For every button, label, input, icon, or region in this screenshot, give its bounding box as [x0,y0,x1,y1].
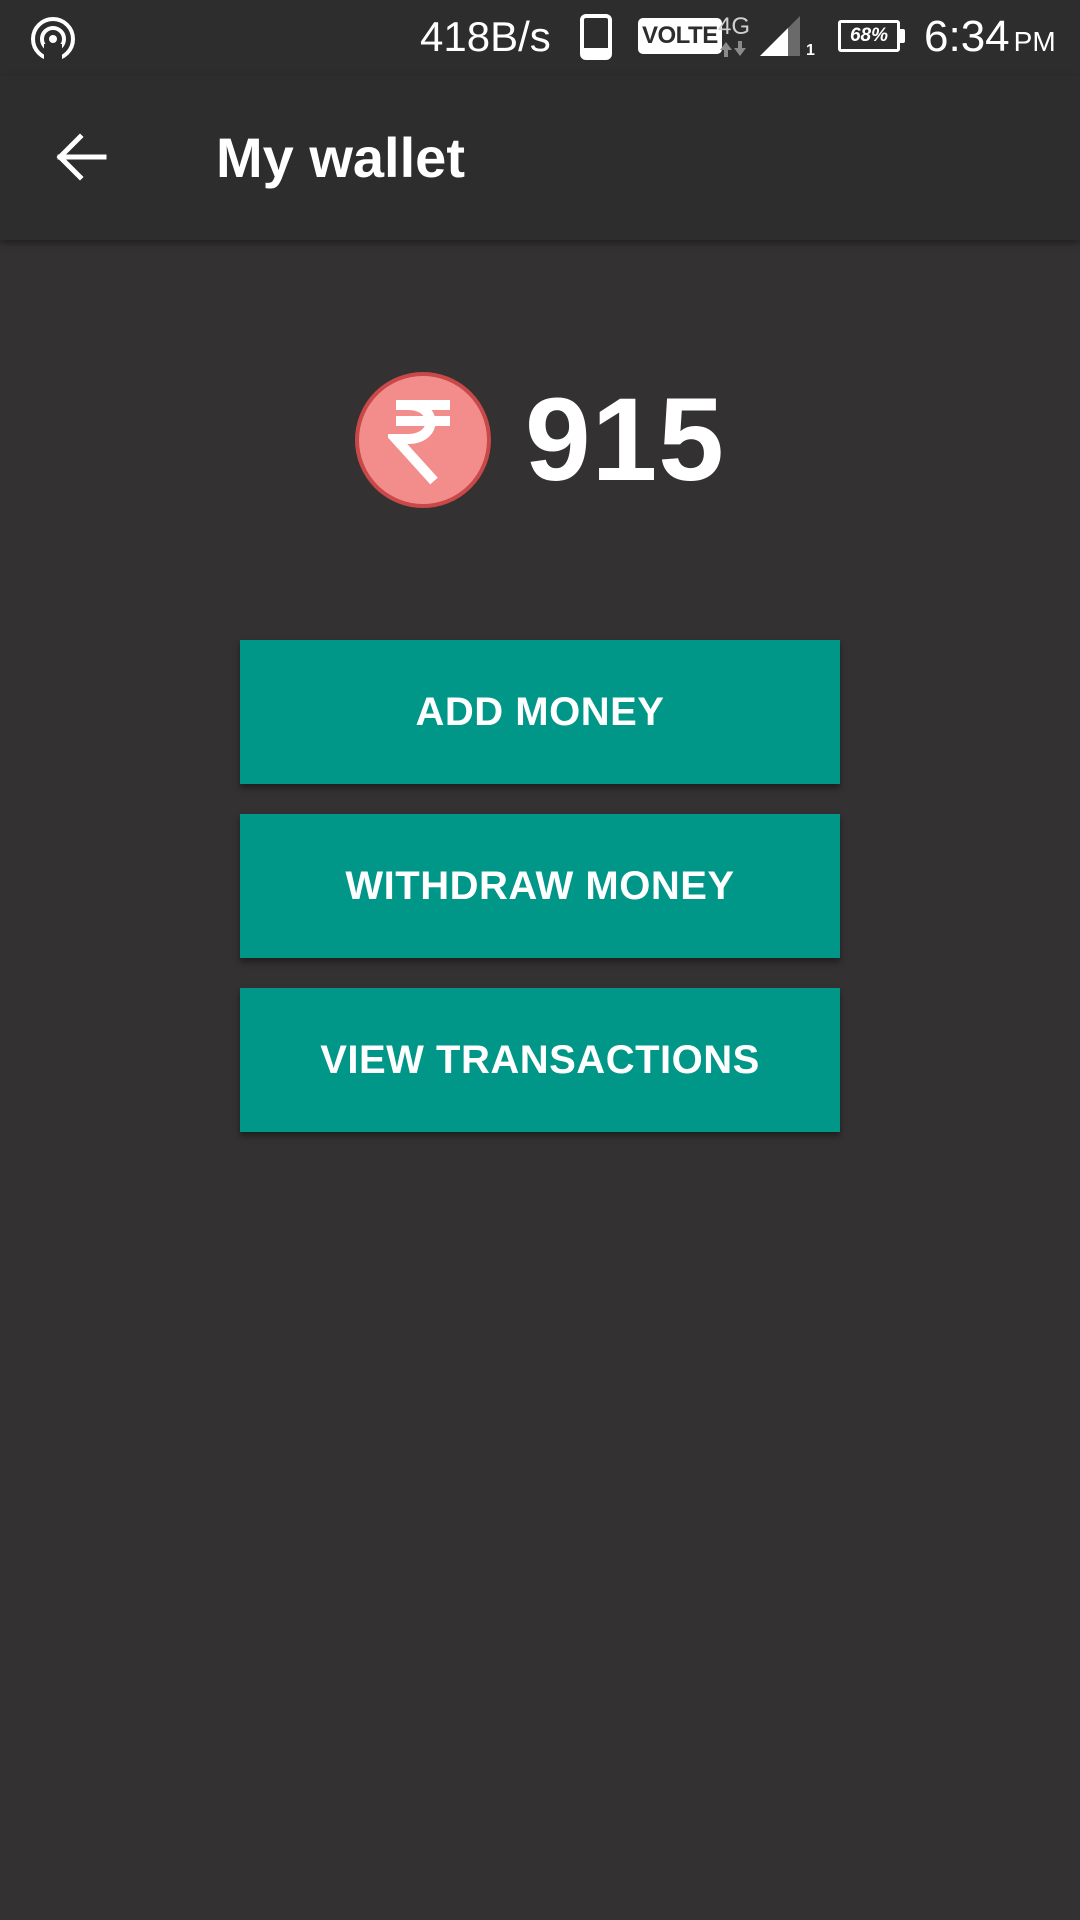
withdraw-money-button[interactable]: WITHDRAW MONEY [240,814,840,958]
hotspot-icon [31,17,75,62]
page-title: My wallet [216,126,465,189]
battery-level: 68% [849,25,889,46]
wallet-balance: 915 [0,367,1080,512]
phone-icon [580,14,612,60]
app-bar: My wallet [0,75,1080,240]
status-bar: 418B/s VOLTE 4G 1 68% 6:34 PM [0,0,1080,75]
volte-badge: VOLTE [638,18,722,54]
add-money-button[interactable]: ADD MONEY [240,640,840,784]
clock-ampm: PM [1013,26,1056,57]
network-speed: 418B/s [420,13,551,60]
network-type: 4G [718,13,751,40]
rupee-icon [388,399,451,484]
clock-time: 6:34 [924,12,1010,61]
data-arrows-icon [720,41,746,57]
battery-icon: 68% [838,20,900,52]
clock: 6:34 PM [924,10,1056,69]
balance-amount: 915 [525,373,725,506]
view-transactions-button[interactable]: VIEW TRANSACTIONS [240,988,840,1132]
rupee-coin-icon [355,371,492,508]
arrow-left-icon[interactable] [50,127,110,187]
signal-icon [760,16,800,56]
sim-slot: 1 [806,42,815,59]
battery-cap [900,29,905,43]
